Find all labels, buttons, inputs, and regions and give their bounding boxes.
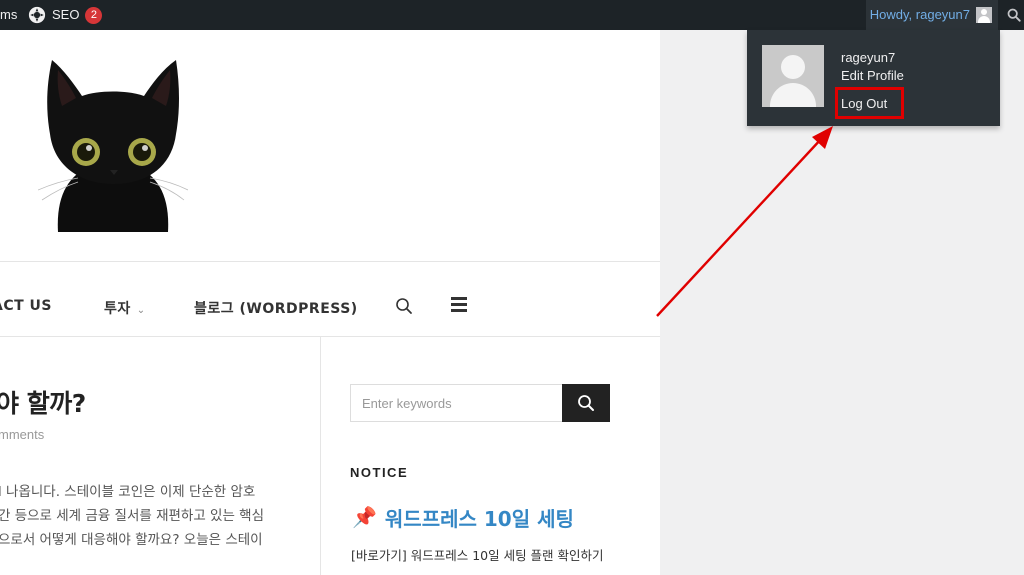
pushpin-icon: 📌 xyxy=(352,507,377,529)
black-cat-logo-icon[interactable] xyxy=(38,56,188,232)
notice-widget-title: NOTICE xyxy=(350,465,409,480)
howdy-text: Howdy, rageyun7 xyxy=(869,7,970,22)
edit-profile-link[interactable]: Edit Profile xyxy=(841,68,904,83)
hamburger-menu-icon[interactable] xyxy=(451,297,467,312)
nav-divider-top xyxy=(0,261,660,262)
seo-notification-badge: 2 xyxy=(85,6,103,24)
my-account-menu[interactable]: Howdy, rageyun7 xyxy=(866,0,998,30)
post-title[interactable]: 야 할까? xyxy=(0,384,86,420)
sidebar-search-button[interactable] xyxy=(562,384,610,422)
nav-blog-wordpress[interactable]: 블로그 (WORDPRESS) xyxy=(194,298,358,318)
user-avatar-icon xyxy=(976,7,992,23)
notice-link[interactable]: [바로가기] 워드프레스 10일 세팅 플랜 확인하기 xyxy=(351,545,604,564)
admin-bar-items-link[interactable]: ms xyxy=(0,0,17,30)
site-page: ACT US 투자⌄ 블로그 (WORDPRESS) 야 할까? mments … xyxy=(0,30,660,575)
seo-gear-icon xyxy=(28,6,46,24)
post-excerpt-line: 간 등으로 세계 금융 질서를 재편하고 있는 핵심 xyxy=(0,508,265,524)
post-excerpt-line: 으로서 어떻게 대응해야 할까요? 오늘은 스테이 xyxy=(0,532,263,548)
log-out-highlight-box xyxy=(835,87,904,119)
admin-bar: ms SEO 2 Howdy, rageyun7 xyxy=(0,0,1024,30)
column-divider xyxy=(320,337,321,575)
admin-bar-seo[interactable]: SEO 2 xyxy=(28,0,103,30)
chevron-down-icon: ⌄ xyxy=(136,305,146,316)
nav-divider-bottom xyxy=(0,336,660,337)
search-icon xyxy=(1007,8,1021,22)
nav-invest[interactable]: 투자 ⌄ xyxy=(104,298,146,318)
nav-invest-label: 투자 xyxy=(104,301,131,317)
post-excerpt-line: l 나옵니다. 스테이블 코인은 이제 단순한 암호 xyxy=(0,484,256,500)
username-link[interactable]: rageyun7 xyxy=(841,50,895,65)
sidebar-search-input[interactable] xyxy=(350,384,562,422)
notice-heading-text: 워드프레스 10일 세팅 xyxy=(384,507,574,531)
seo-label: SEO xyxy=(52,7,80,22)
post-comments-link[interactable]: mments xyxy=(0,427,44,442)
nav-search-icon[interactable] xyxy=(395,297,413,315)
search-icon xyxy=(578,395,594,411)
notice-heading[interactable]: 📌 워드프레스 10일 세팅 xyxy=(352,503,574,532)
nav-contact-us[interactable]: ACT US xyxy=(0,298,52,314)
admin-bar-search[interactable] xyxy=(1004,0,1024,30)
profile-avatar[interactable] xyxy=(762,45,824,107)
